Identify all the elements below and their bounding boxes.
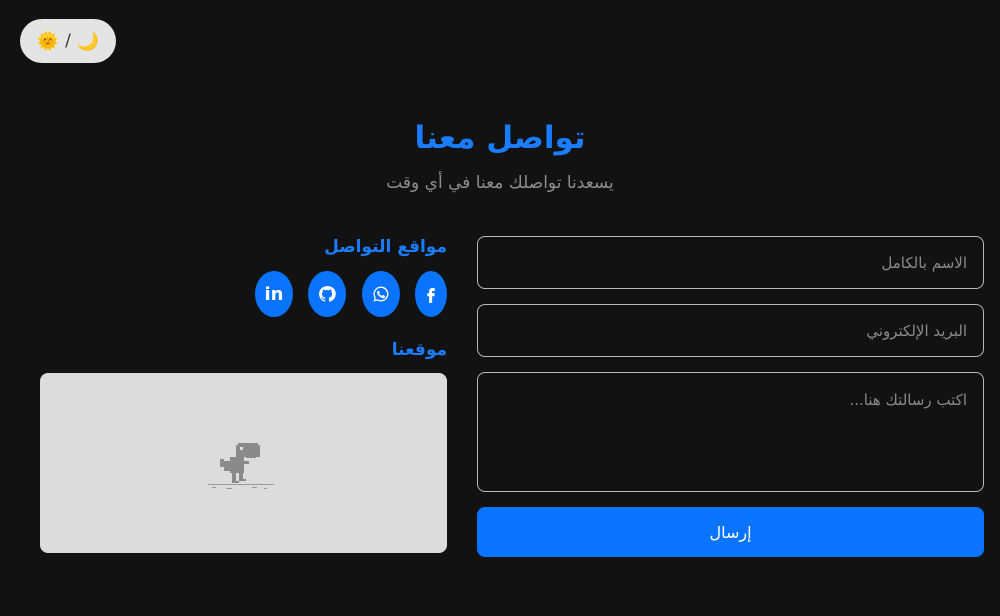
full-name-input[interactable]	[477, 236, 984, 289]
page-title: تواصل معنا	[414, 120, 586, 156]
whatsapp-link[interactable]	[362, 271, 400, 317]
facebook-link[interactable]	[415, 271, 447, 317]
github-link[interactable]	[308, 271, 346, 317]
message-textarea[interactable]	[477, 372, 984, 492]
linkedin-link[interactable]: in	[255, 271, 293, 317]
moon-icon: 🌙	[76, 30, 100, 52]
offline-dinosaur-icon	[208, 443, 274, 489]
whatsapp-icon	[373, 286, 389, 302]
theme-toggle-separator: /	[65, 31, 71, 51]
theme-toggle-button[interactable]: 🌞 / 🌙	[20, 19, 116, 63]
submit-button[interactable]: إرسال	[477, 507, 984, 557]
location-heading: موقعنا	[391, 340, 447, 360]
map-embed[interactable]	[40, 373, 447, 553]
sun-icon: 🌞	[36, 30, 60, 52]
social-heading: مواقع التواصل	[324, 237, 447, 257]
facebook-icon	[427, 288, 435, 303]
linkedin-icon: in	[264, 283, 284, 305]
page-subtitle: يسعدنا تواصلك معنا في أي وقت	[386, 173, 614, 193]
github-icon	[319, 286, 336, 302]
email-input[interactable]	[477, 304, 984, 357]
